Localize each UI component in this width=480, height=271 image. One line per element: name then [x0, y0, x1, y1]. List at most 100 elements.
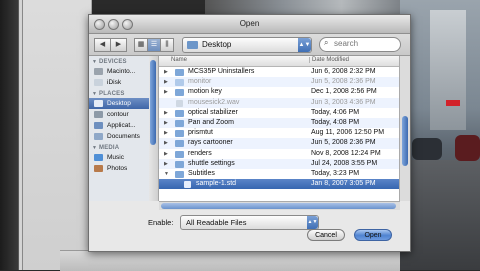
file-name: Pan and Zoom [188, 118, 234, 126]
search-field[interactable]: ⌕ [319, 37, 401, 52]
sidebar-item-macintosh-hd[interactable]: Macinto... [89, 66, 149, 77]
sidebar-item-photos[interactable]: Photos [89, 163, 149, 174]
sidebar-item-contour[interactable]: contour [89, 109, 149, 120]
file-row[interactable]: ▶ monitor Jun 5, 2008 2:36 PM [159, 77, 400, 88]
file-date: Jun 5, 2008 2:36 PM [311, 78, 376, 86]
disclosure-triangle-icon[interactable]: ▶ [164, 67, 168, 77]
file-name: prismtut [188, 129, 213, 137]
disclosure-triangle-icon: ▼ [92, 59, 98, 65]
forward-button[interactable]: ▶ [111, 38, 127, 52]
enable-label: Enable: [148, 218, 174, 227]
sidebar-section-media[interactable]: ▼ MEDIA [89, 142, 149, 152]
open-dialog: Open ◀ ▶ ▦ ☰ ⫼ Desktop ▲▼ ⌕ ▼ DEVICES Ma… [88, 14, 411, 252]
icon-view-button[interactable]: ▦ [134, 38, 148, 52]
disclosure-triangle-expanded-icon[interactable]: ▼ [164, 169, 169, 179]
sidebar-scroll-thumb[interactable] [150, 60, 156, 145]
background-road [400, 160, 480, 270]
sidebar: ▼ DEVICES Macinto... iDisk ▼ PLACES Desk… [89, 56, 150, 201]
file-list-scrollbar[interactable] [399, 56, 410, 201]
file-name: optical stabilizer [188, 108, 238, 116]
file-date: Jun 5, 2008 2:36 PM [311, 139, 376, 147]
location-label: Desktop [202, 40, 232, 49]
search-input[interactable] [334, 39, 394, 48]
folder-icon [175, 160, 184, 168]
file-row[interactable]: ▶ MCS35P Uninstallers Jun 6, 2008 2:32 PM [159, 67, 400, 77]
enable-popup[interactable]: All Readable Files ▲▼ [180, 215, 319, 230]
disclosure-triangle-icon[interactable]: ▶ [164, 138, 168, 148]
applications-icon [94, 122, 103, 129]
file-name: sample-1.std [196, 180, 237, 188]
file-row[interactable]: ▼ Subtitles Today, 3:23 PM [159, 169, 400, 179]
folder-icon [175, 79, 184, 87]
section-heading: DEVICES [99, 59, 127, 65]
disclosure-triangle-icon[interactable]: ▶ [164, 118, 168, 128]
horizontal-scroll-thumb[interactable] [161, 203, 396, 209]
view-mode-buttons: ▦ ☰ ⫼ [134, 38, 174, 52]
file-rows: ▶ MCS35P Uninstallers Jun 6, 2008 2:32 PM … [159, 67, 400, 190]
file-row-selected[interactable]: sample-1.std Jan 8, 2007 3:05 PM [159, 179, 400, 190]
cancel-button[interactable]: Cancel [307, 229, 345, 241]
file-row[interactable]: ▶ Pan and Zoom Today, 4:08 PM [159, 117, 400, 129]
file-row[interactable]: ▶ rays cartooner Jun 5, 2008 2:36 PM [159, 138, 400, 149]
file-row[interactable]: ▶ optical stabilizer Today, 4:06 PM [159, 108, 400, 118]
file-row[interactable]: ▶ renders Nov 8, 2008 12:24 PM [159, 149, 400, 159]
open-button[interactable]: Open [354, 229, 392, 241]
file-row[interactable]: ▶ prismtut Aug 11, 2006 12:50 PM [159, 128, 400, 138]
hard-drive-icon [94, 68, 103, 75]
sidebar-item-label: Photos [107, 165, 128, 172]
back-button[interactable]: ◀ [94, 38, 111, 52]
section-heading: PLACES [99, 91, 125, 97]
sidebar-section-devices[interactable]: ▼ DEVICES [89, 56, 149, 66]
title-bar[interactable]: Open [89, 15, 410, 34]
folder-icon [175, 119, 184, 127]
folder-icon [175, 140, 184, 148]
background-car [455, 135, 480, 161]
file-date: Dec 1, 2008 2:56 PM [311, 88, 377, 96]
toolbar: ◀ ▶ ▦ ☰ ⫼ Desktop ▲▼ ⌕ [89, 34, 410, 56]
column-view-button[interactable]: ⫼ [161, 38, 174, 52]
list-view-button[interactable]: ☰ [148, 38, 161, 52]
sidebar-item-label: contour [107, 111, 129, 118]
sidebar-item-music[interactable]: Music [89, 152, 149, 163]
disclosure-triangle-icon[interactable]: ▶ [164, 108, 168, 118]
column-header-name[interactable]: Name [171, 57, 187, 63]
file-date: Today, 3:23 PM [311, 169, 360, 177]
column-header-date-modified[interactable]: Date Modified [309, 57, 349, 63]
file-row[interactable]: ▶ shuttle settings Jul 24, 2008 3:55 PM [159, 158, 400, 169]
file-name: MCS35P Uninstallers [188, 68, 255, 75]
sidebar-scrollbar[interactable] [149, 56, 159, 201]
sidebar-item-idisk[interactable]: iDisk [89, 77, 149, 88]
folder-icon [187, 41, 198, 49]
location-popup[interactable]: Desktop ▲▼ [182, 37, 312, 53]
file-name: mousesick2.wav [188, 98, 240, 106]
disclosure-triangle-icon[interactable]: ▶ [164, 128, 168, 138]
sidebar-item-applications[interactable]: Applicat... [89, 120, 149, 131]
history-buttons: ◀ ▶ [94, 38, 127, 52]
folder-icon [175, 170, 184, 178]
file-name: renders [188, 149, 212, 157]
file-date: Jan 8, 2007 3:05 PM [311, 180, 376, 188]
sidebar-section-places[interactable]: ▼ PLACES [89, 88, 149, 98]
file-name: rays cartooner [188, 139, 233, 147]
sidebar-item-label: iDisk [107, 79, 122, 86]
disclosure-triangle-icon[interactable]: ▶ [164, 149, 168, 159]
folder-icon [175, 109, 184, 117]
disclosure-triangle-icon[interactable]: ▶ [164, 159, 168, 169]
photos-icon [94, 165, 103, 172]
file-date: Jun 3, 2003 4:36 PM [311, 98, 376, 106]
sidebar-item-documents[interactable]: Documents [89, 131, 149, 142]
file-row[interactable]: ▶ motion key Dec 1, 2008 2:56 PM [159, 87, 400, 97]
file-list-scroll-thumb[interactable] [402, 116, 408, 166]
file-name: shuttle settings [188, 159, 235, 167]
horizontal-scrollbar[interactable] [159, 201, 400, 210]
file-row[interactable]: mousesick2.wav Jun 3, 2003 4:36 PM [159, 97, 400, 108]
disclosure-triangle-icon: ▼ [92, 91, 98, 97]
enable-value: All Readable Files [186, 218, 247, 227]
disclosure-triangle-icon[interactable]: ▶ [164, 77, 168, 87]
popup-arrows-icon: ▲▼ [298, 38, 311, 52]
sidebar-item-label: Desktop [107, 100, 131, 107]
sidebar-item-desktop[interactable]: Desktop [89, 98, 149, 109]
file-date: Aug 11, 2006 12:50 PM [311, 129, 385, 137]
section-heading: MEDIA [99, 145, 120, 151]
disclosure-triangle-icon[interactable]: ▶ [164, 87, 168, 97]
